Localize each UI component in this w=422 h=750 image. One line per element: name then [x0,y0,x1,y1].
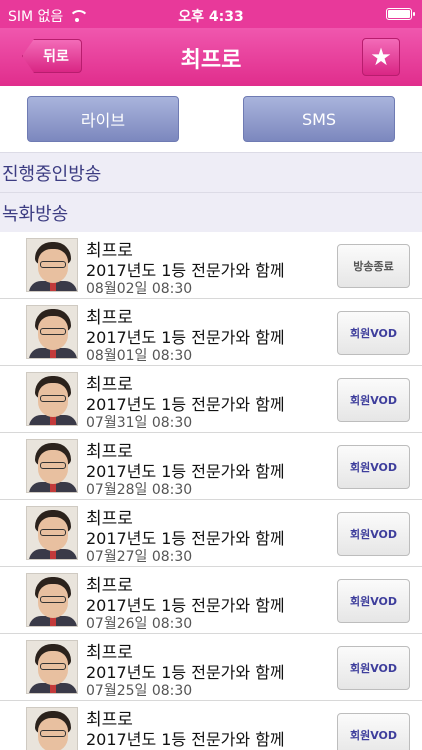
avatar-glasses [40,395,66,402]
list-item[interactable]: 최프로 2017년도 1등 전문가와 함께 08월01일 08:30 회원VOD [0,299,422,366]
member-vod-button[interactable]: 회원VOD [337,646,410,690]
avatar [26,506,78,560]
tab-area: 라이브 SMS [0,86,422,152]
page-title: 최프로 [180,48,242,73]
broadcast-date: 08월02일 08:30 [86,281,193,297]
tab-sms[interactable]: SMS [243,96,395,142]
broadcast-list: 최프로 2017년도 1등 전문가와 함께 08월02일 08:30 방송종료 최프로 2… [0,232,422,750]
avatar-glasses [40,663,66,670]
broadcast-date: 07월28일 08:30 [86,482,193,498]
member-vod-button[interactable]: 회원VOD [337,713,410,750]
avatar [26,238,78,292]
favorite-button[interactable]: ★ [362,38,400,76]
member-vod-button[interactable]: 회원VOD [337,378,410,422]
member-vod-button[interactable]: 회원VOD [337,311,410,355]
member-vod-button[interactable]: 회원VOD [337,512,410,556]
member-vod-button[interactable]: 회원VOD [337,445,410,489]
broadcast-date: 07월26일 08:30 [86,616,193,632]
avatar-glasses [40,529,66,536]
section-header-recorded: 녹화방송 [0,192,422,232]
broadcast-subtitle: 2017년도 1등 전문가와 함께 [86,730,285,749]
avatar [26,573,78,627]
avatar [26,305,78,359]
avatar [26,439,78,493]
avatar-glasses [40,596,66,603]
star-icon: ★ [370,43,392,71]
avatar [26,640,78,694]
battery-fill [388,10,410,18]
broadcast-date: 07월27일 08:30 [86,549,193,565]
tab-live[interactable]: 라이브 [27,96,179,142]
avatar-glasses [40,462,66,469]
list-item[interactable]: 최프로 2017년도 1등 전문가와 함께 08월02일 08:30 방송종료 [0,232,422,299]
list-item[interactable]: 최프로 2017년도 1등 전문가와 함께 07월31일 08:30 회원VOD [0,366,422,433]
section-header-live: 진행중인방송 [0,152,422,192]
avatar-glasses [40,328,66,335]
battery-icon [386,8,415,20]
avatar [26,372,78,426]
broadcast-date: 08월01일 08:30 [86,348,193,364]
broadcast-date: 07월25일 08:30 [86,683,193,699]
status-time: 오후 4:33 [178,9,244,25]
avatar-glasses [40,261,66,268]
list-item[interactable]: 최프로 2017년도 1등 전문가와 함께 07월26일 08:30 회원VOD [0,567,422,634]
broadcast-date: 07월31일 08:30 [86,415,193,431]
nav-bar: 뒤로 최프로 ★ [0,28,422,86]
status-bar: SIM 없음 오후 4:33 [0,0,422,28]
avatar [26,707,78,750]
list-item[interactable]: 최프로 2017년도 1등 전문가와 함께 07월27일 08:30 회원VOD [0,500,422,567]
list-item[interactable]: 최프로 2017년도 1등 전문가와 함께 07월28일 08:30 회원VOD [0,433,422,500]
list-item[interactable]: 최프로 2017년도 1등 전문가와 함께 07월25일 08:30 회원VOD [0,634,422,701]
list-item[interactable]: 최프로 2017년도 1등 전문가와 함께 회원VOD [0,701,422,750]
avatar-glasses [40,730,66,737]
member-vod-button[interactable]: 회원VOD [337,579,410,623]
broadcast-ended-button[interactable]: 방송종료 [337,244,410,288]
